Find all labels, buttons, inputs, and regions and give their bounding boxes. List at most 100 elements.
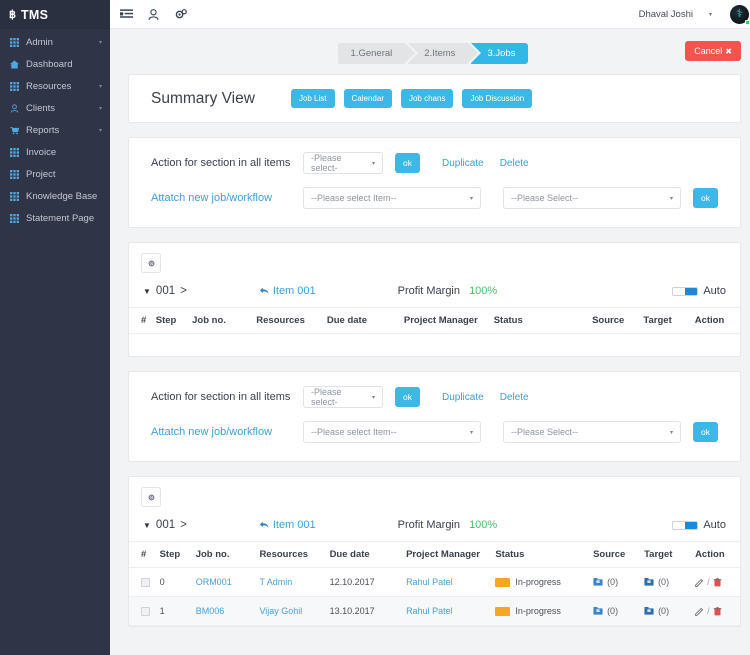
sidebar-item-label: Statement Page <box>26 212 95 224</box>
attach-ok-button[interactable]: ok <box>693 188 718 208</box>
cell-source: (0) <box>589 567 641 597</box>
folder-upload-icon[interactable] <box>593 606 603 616</box>
step-items[interactable]: 2.Items <box>408 43 479 64</box>
sidebar-item-statement-page[interactable]: Statement Page <box>0 207 110 229</box>
delete-icon[interactable] <box>713 606 722 616</box>
folder-download-icon[interactable] <box>644 577 654 587</box>
chevron-down-icon: ▾ <box>98 39 102 46</box>
source-files[interactable]: (0) <box>593 577 636 587</box>
folder-upload-icon[interactable] <box>593 577 603 587</box>
content-scroll[interactable]: 1.General 2.Items 3.Jobs Cancel ✖ Summary… <box>110 29 750 655</box>
row-checkbox[interactable] <box>141 577 150 587</box>
gear-icon[interactable] <box>141 253 161 273</box>
col-number: # <box>129 541 156 568</box>
avatar[interactable]: ⚕ <box>729 4 750 25</box>
job-section-1-header: ▼ 001 > Item 001 Profit Margin 100% Auto <box>129 273 740 307</box>
table-row[interactable]: 1 BM006 Vijay Gohil 13.10.2017 Rahul Pat… <box>129 596 740 626</box>
sidebar-item-knowledge-base[interactable]: Knowledge Base <box>0 185 110 207</box>
cell-project-manager[interactable]: Rahul Patel <box>402 567 492 597</box>
col-status: Status <box>491 541 590 568</box>
sidebar-item-clients[interactable]: Clients ▾ <box>0 97 110 119</box>
sidebar-item-project[interactable]: Project <box>0 163 110 185</box>
job-discussion-button[interactable]: Job Discussion <box>462 89 533 108</box>
row-checkbox-cell[interactable] <box>129 596 156 626</box>
attach-item-select[interactable]: --Please select Item-- ▾ <box>303 421 481 443</box>
sidebar-item-admin[interactable]: Admin ▾ <box>0 31 110 53</box>
cell-resources[interactable]: Vijay Gohil <box>255 596 326 626</box>
grid-icon <box>10 213 19 223</box>
delete-link[interactable]: Delete <box>500 158 529 169</box>
chevron-down-icon: ▾ <box>469 195 473 202</box>
status-color-swatch <box>495 577 511 587</box>
row-checkbox[interactable] <box>141 606 150 616</box>
cancel-button[interactable]: Cancel ✖ <box>685 41 741 61</box>
gear-icon[interactable] <box>174 8 187 21</box>
table-row[interactable]: 0 ORM001 T Admin 12.10.2017 Rahul Patel … <box>129 567 740 597</box>
attach-workflow-select[interactable]: --Please Select-- ▾ <box>503 421 681 443</box>
delete-icon[interactable] <box>713 577 722 587</box>
job-table-1-head: # Step Job no. Resources Due date Projec… <box>129 307 740 334</box>
cell-job-no[interactable]: BM006 <box>191 596 256 626</box>
cell-project-manager[interactable]: Rahul Patel <box>402 596 492 626</box>
sidebar-item-label: Reports <box>26 124 60 136</box>
chevron-down-icon: ▾ <box>98 127 102 134</box>
section-item-link[interactable]: Item 001 <box>259 285 316 297</box>
sidebar-item-reports[interactable]: Reports ▾ <box>0 119 110 141</box>
col-due-date: Due date <box>322 307 400 334</box>
cell-resources[interactable]: T Admin <box>255 567 326 597</box>
attach-ok-button[interactable]: ok <box>693 422 718 442</box>
action-row-section: Action for section in all items -Please … <box>151 152 718 174</box>
target-files[interactable]: (0) <box>644 606 687 616</box>
delete-link[interactable]: Delete <box>500 392 529 403</box>
col-project-manager: Project Manager <box>399 307 490 334</box>
duplicate-link[interactable]: Duplicate <box>442 392 484 403</box>
section-item-link[interactable]: Item 001 <box>259 519 316 531</box>
step-general[interactable]: 1.General <box>337 43 415 64</box>
user-icon[interactable] <box>147 8 160 21</box>
auto-toggle[interactable] <box>672 520 699 530</box>
attach-workflow-select[interactable]: --Please Select-- ▾ <box>503 187 681 209</box>
col-resources: Resources <box>255 541 326 568</box>
row-checkbox-cell[interactable] <box>129 567 156 597</box>
duplicate-link[interactable]: Duplicate <box>442 158 484 169</box>
status-label: In-progress <box>515 577 561 587</box>
chevron-down-icon: ▼ <box>143 520 151 530</box>
cell-job-no[interactable]: ORM001 <box>191 567 256 597</box>
app-root: ฿ TMS Admin ▾ Dashboard Resources ▾ Clie… <box>0 0 750 655</box>
job-list-button[interactable]: Job List <box>290 89 335 108</box>
job-chans-button[interactable]: Job chans <box>400 89 454 108</box>
job-section-1: ▼ 001 > Item 001 Profit Margin 100% Auto… <box>128 242 741 357</box>
sidebar-item-invoice[interactable]: Invoice <box>0 141 110 163</box>
col-project-manager: Project Manager <box>402 541 492 568</box>
attach-item-select[interactable]: --Please select Item-- ▾ <box>303 187 481 209</box>
action-section-select[interactable]: -Please select- ▾ <box>303 386 383 408</box>
attach-job-label[interactable]: Attatch new job/workflow <box>151 192 303 204</box>
section-code-toggle[interactable]: ▼ 001 > <box>143 285 187 297</box>
target-files[interactable]: (0) <box>644 577 687 587</box>
calendar-button[interactable]: Calendar <box>343 89 392 108</box>
source-files[interactable]: (0) <box>593 606 636 616</box>
brand-mark-icon: ฿ <box>9 9 16 21</box>
edit-icon[interactable] <box>695 578 704 587</box>
list-toggle-icon[interactable] <box>120 8 133 21</box>
action-section-ok-button[interactable]: ok <box>395 387 420 407</box>
user-name[interactable]: Dhaval Joshi <box>639 9 693 20</box>
action-section-select[interactable]: -Please select- ▾ <box>303 152 383 174</box>
sidebar-item-dashboard[interactable]: Dashboard <box>0 53 110 75</box>
attach-job-label[interactable]: Attatch new job/workflow <box>151 426 303 438</box>
profit-margin: Profit Margin 100% <box>398 285 498 297</box>
summary-card: Summary View Job List Calendar Job chans… <box>128 74 741 123</box>
section-code-toggle[interactable]: ▼ 001 > <box>143 519 187 531</box>
brand-logo[interactable]: ฿ TMS <box>0 0 110 29</box>
step-jobs[interactable]: 3.Jobs <box>471 43 529 64</box>
folder-download-icon[interactable] <box>644 606 654 616</box>
section-item-label: Item 001 <box>272 519 316 531</box>
sidebar-item-resources[interactable]: Resources ▾ <box>0 75 110 97</box>
auto-toggle[interactable] <box>672 286 699 296</box>
cell-step: 0 <box>155 567 192 597</box>
action-section-ok-button[interactable]: ok <box>395 153 420 173</box>
action-separator: / <box>707 577 710 587</box>
chevron-down-icon[interactable]: ▾ <box>709 11 712 18</box>
edit-icon[interactable] <box>695 607 704 616</box>
gear-icon[interactable] <box>141 487 161 507</box>
